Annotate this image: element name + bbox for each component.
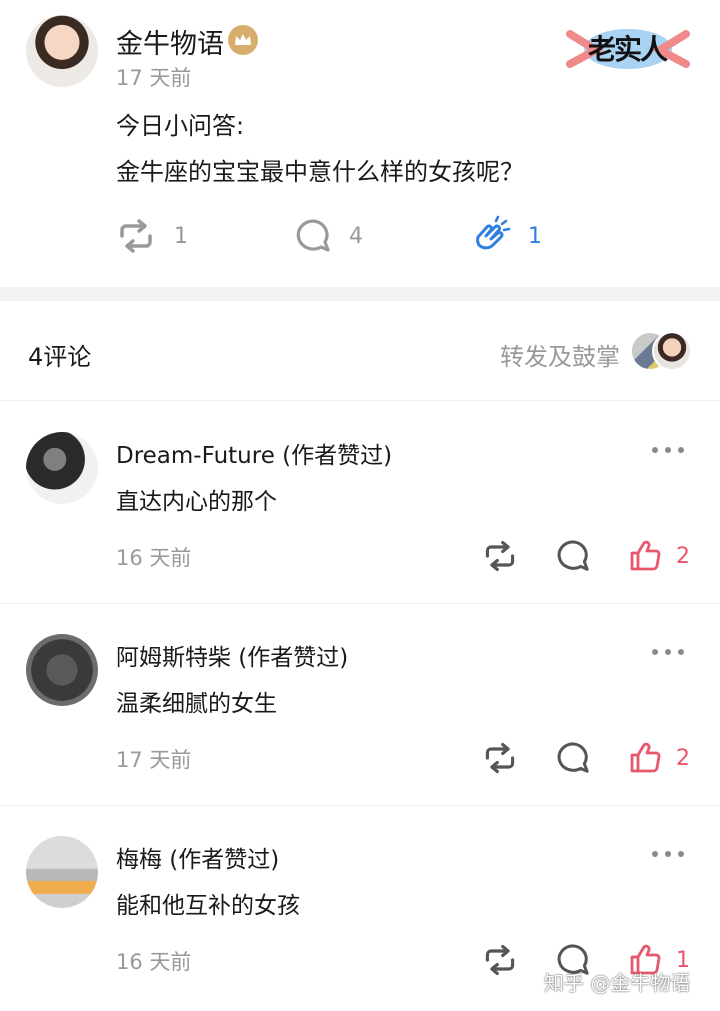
sticker-text: 老实人 xyxy=(588,33,668,66)
crown-icon xyxy=(228,25,258,55)
commenter-name[interactable]: Dream-Future (作者赞过) xyxy=(116,436,392,470)
comment-like-count: 2 xyxy=(676,543,690,569)
comments-count: 4评论 xyxy=(28,343,92,371)
clap-icon xyxy=(476,215,511,250)
comment-item: 阿姆斯特柴 (作者赞过) 温柔细腻的女生 17 天前 2 xyxy=(0,604,720,806)
comment-text: 能和他互补的女孩 xyxy=(116,893,300,919)
comment-reply-icon[interactable] xyxy=(556,536,590,576)
comment-repost-icon[interactable] xyxy=(482,738,518,778)
author-avatar[interactable] xyxy=(26,15,98,87)
comment-button[interactable]: 4 xyxy=(295,216,363,256)
thumbs-up-icon xyxy=(630,540,661,571)
sticker-image: 老实人 xyxy=(566,20,690,76)
commenter-name[interactable]: 阿姆斯特柴 (作者赞过) xyxy=(116,638,348,672)
thumbs-up-icon xyxy=(630,742,661,773)
repost-button[interactable]: 1 xyxy=(116,216,188,256)
reposts-and-claps-link[interactable]: 转发及鼓掌 xyxy=(500,337,620,372)
commenter-avatar[interactable] xyxy=(26,432,98,504)
comment-repost-icon[interactable] xyxy=(482,940,518,980)
comment-like-button[interactable]: 2 xyxy=(628,536,690,576)
more-options-icon[interactable] xyxy=(652,646,684,658)
section-divider xyxy=(0,287,720,301)
comment-item: Dream-Future (作者赞过) 直达内心的那个 16 天前 2 xyxy=(0,402,720,604)
more-options-icon[interactable] xyxy=(652,848,684,860)
comment-count: 4 xyxy=(349,223,363,249)
repost-icon xyxy=(120,219,152,253)
reposter-avatar[interactable] xyxy=(652,331,692,371)
commenter-avatar[interactable] xyxy=(26,634,98,706)
commenter-name[interactable]: 梅梅 (作者赞过) xyxy=(116,840,279,874)
comments-header: 4评论 转发及鼓掌 xyxy=(0,301,720,401)
post-text-line: 今日小问答: xyxy=(116,112,245,140)
comment-time: 17 天前 xyxy=(116,748,192,772)
comment-like-button[interactable]: 2 xyxy=(628,738,690,778)
comment-text: 直达内心的那个 xyxy=(116,489,277,515)
comment-text: 温柔细腻的女生 xyxy=(116,691,277,717)
more-options-icon[interactable] xyxy=(652,444,684,456)
post-text-line: 金牛座的宝宝最中意什么样的女孩呢？ xyxy=(116,158,524,186)
watermark-text: 知乎 @金牛物语 xyxy=(544,971,691,995)
post-time: 17 天前 xyxy=(116,66,192,90)
comment-icon xyxy=(296,219,330,252)
comment-repost-icon[interactable] xyxy=(482,536,518,576)
commenter-avatar[interactable] xyxy=(26,836,98,908)
comment-reply-icon[interactable] xyxy=(556,738,590,778)
comment-like-count: 2 xyxy=(676,745,690,771)
clap-count: 1 xyxy=(528,223,542,249)
clap-button[interactable]: 1 xyxy=(470,215,542,256)
comment-time: 16 天前 xyxy=(116,950,192,974)
post-card: 金牛物语 17 天前 老实人 今日小问答: 金牛座的宝宝最中意什么样的女孩呢？ … xyxy=(0,0,720,287)
author-name[interactable]: 金牛物语 xyxy=(116,22,224,61)
repost-count: 1 xyxy=(174,223,188,249)
comment-time: 16 天前 xyxy=(116,546,192,570)
